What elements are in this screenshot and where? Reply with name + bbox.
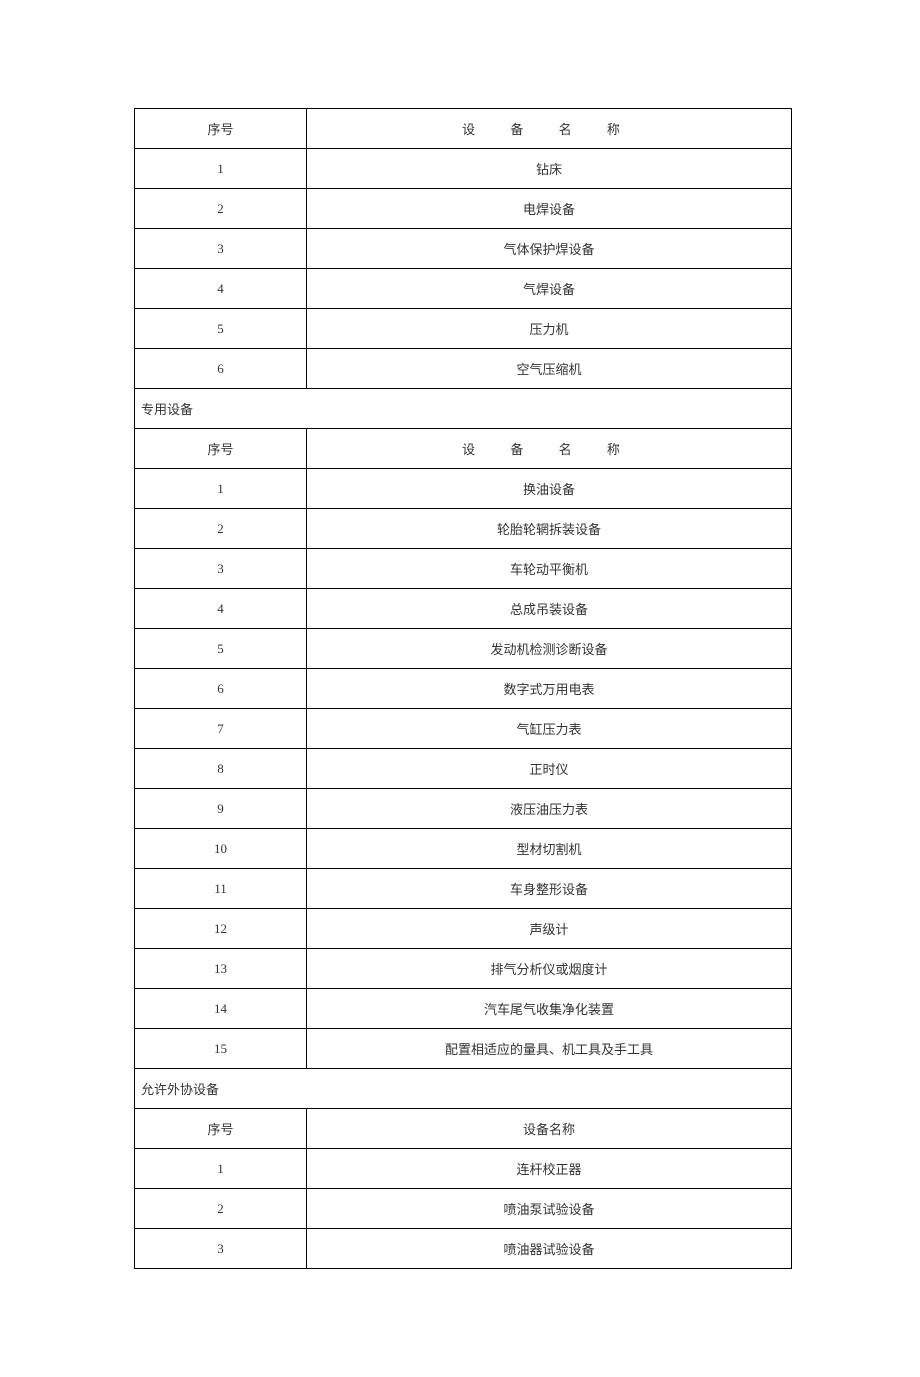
header-name: 设备名称: [307, 1109, 792, 1149]
cell-index: 3: [135, 229, 307, 269]
cell-name: 声级计: [307, 909, 792, 949]
cell-name: 发动机检测诊断设备: [307, 629, 792, 669]
table-row: 9 液压油压力表: [135, 789, 792, 829]
cell-name: 车轮动平衡机: [307, 549, 792, 589]
table-row: 3 车轮动平衡机: [135, 549, 792, 589]
table-row: 1 钻床: [135, 149, 792, 189]
cell-index: 2: [135, 189, 307, 229]
table-header-row: 序号 设 备 名 称: [135, 109, 792, 149]
cell-name: 喷油器试验设备: [307, 1229, 792, 1269]
cell-index: 3: [135, 549, 307, 589]
cell-index: 8: [135, 749, 307, 789]
table-row: 1 连杆校正器: [135, 1149, 792, 1189]
section-title-row: 允许外协设备: [135, 1069, 792, 1109]
table-row: 4 气焊设备: [135, 269, 792, 309]
cell-index: 2: [135, 509, 307, 549]
cell-name: 压力机: [307, 309, 792, 349]
cell-name: 液压油压力表: [307, 789, 792, 829]
cell-index: 2: [135, 1189, 307, 1229]
cell-index: 15: [135, 1029, 307, 1069]
cell-name: 空气压缩机: [307, 349, 792, 389]
table-row: 7 气缸压力表: [135, 709, 792, 749]
cell-name: 连杆校正器: [307, 1149, 792, 1189]
cell-index: 3: [135, 1229, 307, 1269]
table-row: 3 气体保护焊设备: [135, 229, 792, 269]
header-index: 序号: [135, 109, 307, 149]
table-header-row: 序号 设备名称: [135, 1109, 792, 1149]
cell-index: 5: [135, 309, 307, 349]
cell-index: 5: [135, 629, 307, 669]
cell-name: 总成吊装设备: [307, 589, 792, 629]
cell-name: 钻床: [307, 149, 792, 189]
cell-index: 13: [135, 949, 307, 989]
equipment-table: 序号 设 备 名 称 1 钻床 2 电焊设备 3 气体保护焊设备 4 气焊设备 …: [134, 108, 792, 1269]
table-row: 6 数字式万用电表: [135, 669, 792, 709]
cell-name: 正时仪: [307, 749, 792, 789]
cell-index: 9: [135, 789, 307, 829]
table-header-row: 序号 设 备 名 称: [135, 429, 792, 469]
table-row: 11 车身整形设备: [135, 869, 792, 909]
cell-name: 车身整形设备: [307, 869, 792, 909]
header-index: 序号: [135, 1109, 307, 1149]
table-row: 3 喷油器试验设备: [135, 1229, 792, 1269]
cell-name: 换油设备: [307, 469, 792, 509]
cell-name: 排气分析仪或烟度计: [307, 949, 792, 989]
cell-name: 配置相适应的量具、机工具及手工具: [307, 1029, 792, 1069]
cell-name: 电焊设备: [307, 189, 792, 229]
section-title: 允许外协设备: [135, 1069, 792, 1109]
cell-name: 气焊设备: [307, 269, 792, 309]
cell-index: 10: [135, 829, 307, 869]
table-row: 5 压力机: [135, 309, 792, 349]
table-row: 5 发动机检测诊断设备: [135, 629, 792, 669]
cell-name: 数字式万用电表: [307, 669, 792, 709]
cell-index: 6: [135, 669, 307, 709]
table-row: 2 电焊设备: [135, 189, 792, 229]
cell-index: 1: [135, 1149, 307, 1189]
table-row: 2 轮胎轮辋拆装设备: [135, 509, 792, 549]
cell-index: 6: [135, 349, 307, 389]
cell-name: 气缸压力表: [307, 709, 792, 749]
table-row: 1 换油设备: [135, 469, 792, 509]
cell-name: 型材切割机: [307, 829, 792, 869]
cell-name: 气体保护焊设备: [307, 229, 792, 269]
table-row: 4 总成吊装设备: [135, 589, 792, 629]
section-title: 专用设备: [135, 389, 792, 429]
cell-index: 7: [135, 709, 307, 749]
document-table-wrap: 序号 设 备 名 称 1 钻床 2 电焊设备 3 气体保护焊设备 4 气焊设备 …: [134, 108, 792, 1269]
table-row: 14 汽车尾气收集净化装置: [135, 989, 792, 1029]
cell-index: 4: [135, 589, 307, 629]
table-row: 15 配置相适应的量具、机工具及手工具: [135, 1029, 792, 1069]
cell-index: 4: [135, 269, 307, 309]
cell-name: 喷油泵试验设备: [307, 1189, 792, 1229]
cell-name: 汽车尾气收集净化装置: [307, 989, 792, 1029]
header-index: 序号: [135, 429, 307, 469]
table-row: 10 型材切割机: [135, 829, 792, 869]
cell-index: 11: [135, 869, 307, 909]
cell-name: 轮胎轮辋拆装设备: [307, 509, 792, 549]
cell-index: 1: [135, 149, 307, 189]
table-row: 2 喷油泵试验设备: [135, 1189, 792, 1229]
table-row: 6 空气压缩机: [135, 349, 792, 389]
header-name: 设 备 名 称: [307, 109, 792, 149]
table-row: 13 排气分析仪或烟度计: [135, 949, 792, 989]
cell-index: 1: [135, 469, 307, 509]
table-row: 8 正时仪: [135, 749, 792, 789]
header-name: 设 备 名 称: [307, 429, 792, 469]
cell-index: 12: [135, 909, 307, 949]
table-row: 12 声级计: [135, 909, 792, 949]
cell-index: 14: [135, 989, 307, 1029]
section-title-row: 专用设备: [135, 389, 792, 429]
